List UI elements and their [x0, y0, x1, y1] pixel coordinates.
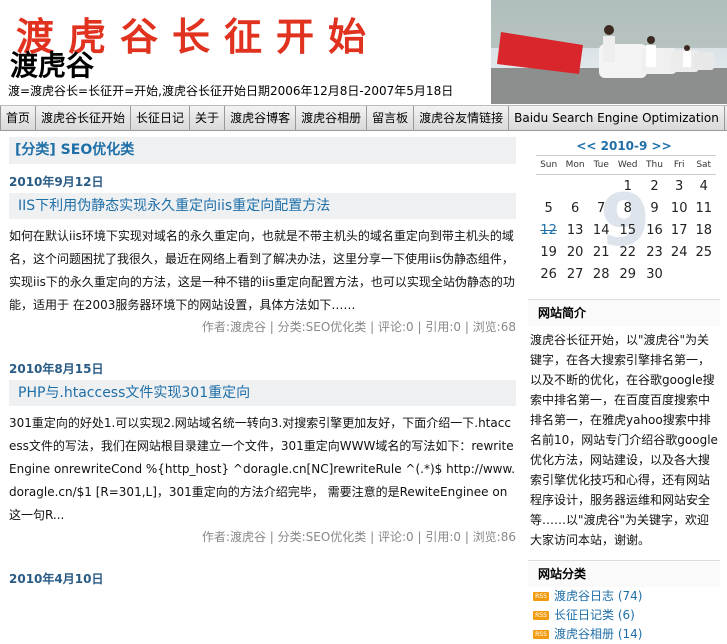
about-text: 渡虎谷长征开始，以"渡虎谷"为关键字，在各大搜索引擎排名第一，以及不断的优化，在…: [530, 333, 718, 547]
calendar-day: 24: [670, 244, 688, 260]
calendar-day: 26: [540, 266, 557, 282]
site-name[interactable]: 渡虎谷: [10, 44, 94, 84]
calendar-day: 5: [544, 200, 553, 216]
calendar-day: 3: [675, 178, 684, 194]
calendar-day: 11: [695, 200, 712, 216]
site-description: 渡=渡虎谷长=长征开=开始,渡虎谷长征开始日期2006年12月8日-2007年5…: [8, 84, 454, 98]
nav-item-album[interactable]: 渡虎谷相册: [296, 106, 368, 130]
calendar-weekday: Tue: [588, 155, 614, 175]
calendar-day: 17: [670, 222, 688, 238]
nav-item-links[interactable]: 渡虎谷友情链接: [414, 106, 510, 130]
calendar-day: 16: [646, 222, 663, 238]
post-title-link[interactable]: PHP与.htaccess文件实现301重定向: [9, 380, 516, 406]
calendar-day[interactable]: 12: [536, 219, 561, 241]
calendar-weekday: Sun: [536, 155, 562, 175]
calendar-day: 20: [566, 244, 584, 260]
calendar-day: 13: [566, 222, 584, 238]
calendar-weekday: Mon: [561, 155, 589, 175]
header-photo: [491, 0, 727, 104]
calendar-month-nav[interactable]: << 2010-9 >>: [528, 137, 720, 155]
calendar-weekday: Fri: [666, 155, 692, 175]
calendar-day: [536, 175, 561, 198]
calendar: Sun Mon Tue Wed Thu Fri Sat 1 2 3 4 5 6 7 8 9 10 1…: [536, 155, 716, 285]
nav-item-guestbook[interactable]: 留言板: [367, 106, 415, 130]
post-title-link[interactable]: IIS下利用伪静态实现永久重定向iis重定向配置方法: [9, 193, 516, 219]
nav-item-blog[interactable]: 渡虎谷博客: [225, 106, 297, 130]
post-date: 2010年8月15日: [9, 362, 104, 376]
site-header: 渡虎谷长征开始 渡虎谷 渡=渡虎谷长=长征开=开始,渡虎谷长征开始日期2006年…: [0, 0, 727, 104]
calendar-day: 22: [619, 244, 636, 260]
calendar-day: 18: [695, 222, 712, 238]
nav-item-start[interactable]: 渡虎谷长征开始: [36, 106, 132, 130]
calendar-day: 21: [592, 244, 610, 260]
post-date: 2010年9月12日: [9, 175, 104, 189]
post-meta: 作者:渡虎谷 | 分类:SEO优化类 | 评论:0 | 引用:0 | 浏览:68: [201, 320, 516, 334]
category-item[interactable]: RSS 渡虎谷相册 (14): [528, 625, 720, 644]
calendar-day: 14: [592, 222, 610, 238]
post-excerpt: 301重定向的好处1.可以实现2.网站域名统一转向3.对搜索引擎更加友好，下面介…: [9, 416, 516, 522]
calendar-day: 1: [623, 178, 632, 194]
nav-item-home[interactable]: 首页: [0, 106, 37, 130]
post: 2010年4月10日: [9, 571, 516, 587]
post-meta: 作者:渡虎谷 | 分类:SEO优化类 | 评论:0 | 引用:0 | 浏览:86: [201, 530, 516, 544]
main-navigation: 首页 渡虎谷长征开始 长征日记 关于 渡虎谷博客 渡虎谷相册 留言板 渡虎谷友情…: [0, 105, 727, 131]
category-item[interactable]: RSS 渡虎谷日志 (74): [528, 587, 720, 606]
calendar-day: 4: [699, 178, 708, 194]
post-date: 2010年4月10日: [9, 572, 104, 586]
sidebar: << 2010-9 >> Sun Mon Tue Wed Thu Fri Sat…: [528, 137, 720, 644]
category-item[interactable]: RSS 长征日记类 (6): [528, 606, 720, 625]
nav-item-diary[interactable]: 长征日记: [131, 106, 191, 130]
category-widget-title: 网站分类: [528, 560, 720, 587]
nav-item-baidu-seo[interactable]: Baidu Search Engine Optimization: [509, 106, 725, 130]
calendar-day: 7: [597, 200, 606, 216]
calendar-day: 29: [619, 266, 636, 282]
calendar-day: [691, 263, 716, 285]
about-widget-title: 网站简介: [528, 299, 720, 326]
calendar-day: 6: [570, 200, 580, 216]
calendar-day: [589, 175, 613, 198]
rss-icon[interactable]: RSS: [533, 630, 549, 639]
calendar-day: 19: [540, 244, 557, 260]
calendar-days: 1 2 3 4 5 6 7 8 9 10 11 12 13 14 15 16 17 18 19 20 21 22 23 24 2…: [536, 175, 716, 286]
calendar-day: 25: [695, 244, 712, 260]
calendar-day: 27: [566, 266, 584, 282]
post-excerpt: 如何在默认iis环境下实现对域名的永久重定向，也就是不带主机头的域名重定向到带主…: [9, 229, 515, 312]
nav-item-about[interactable]: 关于: [190, 106, 226, 130]
main-content: [分类] SEO优化类 2010年9月12日 IIS下利用伪静态实现永久重定向i…: [9, 137, 516, 587]
calendar-day: [561, 175, 589, 198]
calendar-weekday: Wed: [613, 155, 642, 175]
calendar-weekday: Thu: [641, 155, 667, 175]
post: 2010年8月15日 PHP与.htaccess文件实现301重定向 301重定…: [9, 361, 516, 547]
rss-icon[interactable]: RSS: [533, 592, 549, 601]
category-title: [分类] SEO优化类: [9, 137, 516, 164]
calendar-day: 23: [646, 244, 663, 260]
calendar-day: 2: [650, 178, 659, 194]
calendar-day: 9: [650, 200, 659, 216]
calendar-day: 30: [646, 266, 663, 282]
calendar-weekday: Sat: [691, 155, 716, 175]
rss-icon[interactable]: RSS: [533, 611, 549, 620]
calendar-day: 10: [670, 200, 688, 216]
calendar-day: [667, 263, 691, 285]
post: 2010年9月12日 IIS下利用伪静态实现永久重定向iis重定向配置方法 如何…: [9, 174, 516, 337]
calendar-day: 8: [623, 200, 632, 216]
calendar-day: 15: [619, 222, 636, 238]
calendar-day: 28: [592, 266, 610, 282]
